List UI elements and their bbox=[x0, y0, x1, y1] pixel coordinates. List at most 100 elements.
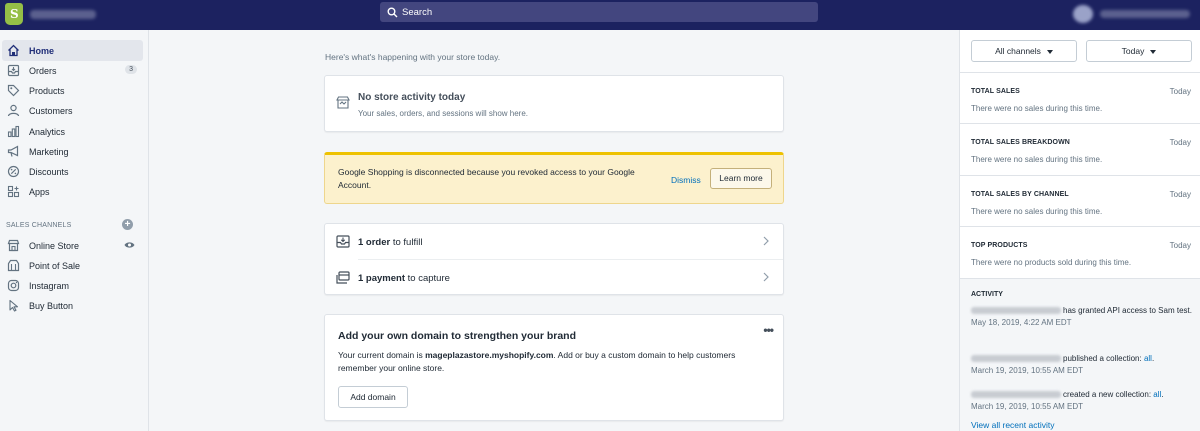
sidebar-item-marketing[interactable]: Marketing bbox=[2, 141, 143, 162]
sidebar-item-label: Discounts bbox=[29, 167, 69, 177]
activity-user bbox=[971, 355, 1061, 363]
domain-description: Your current domain is mageplazastore.my… bbox=[338, 349, 738, 375]
top-products-section[interactable]: TOP PRODUCTS Today There were no product… bbox=[960, 226, 1200, 277]
task-capture-payments[interactable]: 1 payment to capture bbox=[325, 260, 783, 295]
inbox-icon bbox=[336, 235, 350, 248]
activity-time: March 19, 2019, 10:55 AM EDT bbox=[971, 366, 1084, 375]
shopify-logo-icon[interactable]: S bbox=[5, 3, 23, 25]
domain-card: Add your own domain to strengthen your b… bbox=[324, 314, 784, 421]
activity-time: March 19, 2019, 10:55 AM EDT bbox=[971, 402, 1084, 411]
cursor-icon bbox=[9, 299, 19, 312]
sidebar-item-buy-button[interactable]: Buy Button bbox=[2, 295, 143, 316]
channels-dropdown-label: All channels bbox=[995, 46, 1041, 56]
channels-dropdown[interactable]: All channels bbox=[971, 40, 1077, 62]
orders-count-badge: 3 bbox=[125, 65, 137, 74]
caret-down-icon bbox=[1046, 49, 1053, 54]
date-dropdown-label: Today bbox=[1121, 46, 1145, 56]
more-options-icon[interactable]: ••• bbox=[763, 323, 774, 337]
current-domain: mageplazastore.myshopify.com bbox=[425, 350, 554, 360]
date-dropdown[interactable]: Today bbox=[1086, 40, 1192, 62]
sidebar-item-label: Orders bbox=[29, 66, 57, 76]
dismiss-button[interactable]: Dismiss bbox=[671, 175, 701, 185]
total-sales-breakdown-section[interactable]: TOTAL SALES BREAKDOWN Today There were n… bbox=[960, 123, 1200, 174]
sidebar-item-label: Buy Button bbox=[29, 301, 74, 311]
section-text: There were no sales during this time. bbox=[971, 104, 1103, 113]
section-title: TOTAL SALES BY CHANNEL bbox=[971, 191, 1069, 198]
section-text: There were no products sold during this … bbox=[971, 258, 1132, 267]
sidebar-item-discounts[interactable]: Discounts bbox=[2, 161, 143, 182]
section-text: There were no sales during this time. bbox=[971, 155, 1103, 164]
home-icon bbox=[8, 44, 19, 57]
section-date: Today bbox=[1169, 138, 1191, 147]
sidebar-item-online-store[interactable]: Online Store bbox=[2, 235, 143, 256]
sidebar-item-point-of-sale[interactable]: Point of Sale bbox=[2, 255, 143, 276]
add-domain-button[interactable]: Add domain bbox=[338, 386, 408, 408]
sidebar-item-label: Customers bbox=[29, 106, 73, 116]
sidebar-item-label: Marketing bbox=[29, 147, 69, 157]
learn-more-button[interactable]: Learn more bbox=[710, 168, 772, 189]
sidebar-item-instagram[interactable]: Instagram bbox=[2, 275, 143, 296]
top-bar: S Search bbox=[0, 0, 1200, 30]
total-sales-by-channel-section[interactable]: TOTAL SALES BY CHANNEL Today There were … bbox=[960, 175, 1200, 226]
inbox-icon bbox=[7, 64, 20, 77]
eye-icon[interactable] bbox=[124, 241, 135, 249]
domain-card-title: Add your own domain to strengthen your b… bbox=[338, 330, 576, 342]
activity-text: published a collection: bbox=[1063, 354, 1144, 363]
collection-link[interactable]: all bbox=[1153, 390, 1161, 399]
total-sales-section[interactable]: TOTAL SALES Today There were no sales du… bbox=[960, 72, 1200, 123]
domain-text-before: Your current domain is bbox=[338, 350, 426, 360]
sidebar-item-label: Online Store bbox=[29, 241, 80, 251]
store-name[interactable] bbox=[30, 10, 96, 19]
section-title: TOTAL SALES BREAKDOWN bbox=[971, 139, 1070, 146]
search-placeholder: Search bbox=[402, 7, 433, 18]
payment-icon bbox=[336, 271, 350, 284]
sidebar-item-label: Apps bbox=[29, 187, 50, 197]
section-date: Today bbox=[1169, 241, 1191, 250]
add-channel-icon[interactable]: + bbox=[122, 219, 133, 230]
section-date: Today bbox=[1169, 190, 1191, 199]
activity-item: created a new collection: all. March 19,… bbox=[971, 390, 1164, 411]
instagram-icon bbox=[7, 279, 20, 292]
banner-text: Google Shopping is disconnected because … bbox=[338, 167, 635, 190]
avatar[interactable] bbox=[1073, 5, 1093, 23]
point-of-sale-icon bbox=[7, 259, 20, 272]
task-text: to capture bbox=[405, 273, 450, 284]
section-text: There were no sales during this time. bbox=[971, 207, 1103, 216]
no-activity-card: No store activity today Your sales, orde… bbox=[324, 75, 784, 132]
sidebar-item-analytics[interactable]: Analytics bbox=[2, 121, 143, 142]
sidebar-item-label: Products bbox=[29, 86, 65, 96]
view-all-activity-link[interactable]: View all recent activity bbox=[971, 420, 1054, 430]
discount-icon bbox=[7, 165, 20, 178]
chevron-right-icon bbox=[763, 236, 769, 246]
task-count: 1 payment bbox=[358, 273, 405, 284]
task-label: 1 payment to capture bbox=[358, 273, 450, 284]
sidebar-item-home[interactable]: Home bbox=[2, 40, 143, 61]
right-panel: All channels Today TOTAL SALES Today The… bbox=[959, 30, 1200, 431]
bar-chart-icon bbox=[7, 125, 20, 138]
task-count: 1 order bbox=[358, 237, 391, 248]
store-activity-icon bbox=[336, 96, 350, 109]
activity-title: ACTIVITY bbox=[971, 291, 1003, 298]
store-icon bbox=[7, 239, 20, 252]
search-input[interactable]: Search bbox=[380, 2, 818, 22]
section-title: TOTAL SALES bbox=[971, 88, 1020, 95]
tag-icon bbox=[7, 84, 20, 97]
sidebar-item-orders[interactable]: Orders 3 bbox=[2, 60, 143, 81]
greeting-text: Here's what's happening with your store … bbox=[325, 52, 501, 62]
task-fulfill-orders[interactable]: 1 order to fulfill bbox=[325, 224, 783, 260]
sidebar-item-label: Point of Sale bbox=[29, 261, 81, 271]
activity-section: ACTIVITY has granted API access to Sam t… bbox=[960, 278, 1200, 431]
caret-down-icon bbox=[1150, 49, 1157, 54]
sidebar-item-label: Home bbox=[29, 46, 55, 56]
activity-time: May 18, 2019, 4:22 AM EDT bbox=[971, 318, 1072, 327]
sidebar-item-apps[interactable]: Apps bbox=[2, 181, 143, 202]
sidebar-item-customers[interactable]: Customers bbox=[2, 100, 143, 121]
megaphone-icon bbox=[7, 145, 19, 157]
activity-item: published a collection: all. March 19, 2… bbox=[971, 354, 1155, 375]
section-title: TOP PRODUCTS bbox=[971, 242, 1028, 249]
sidebar-item-products[interactable]: Products bbox=[2, 80, 143, 101]
collection-link[interactable]: all bbox=[1144, 354, 1152, 363]
task-text: to fulfill bbox=[390, 237, 423, 248]
activity-text: created a new collection: bbox=[1063, 390, 1154, 399]
user-name[interactable] bbox=[1100, 10, 1190, 18]
